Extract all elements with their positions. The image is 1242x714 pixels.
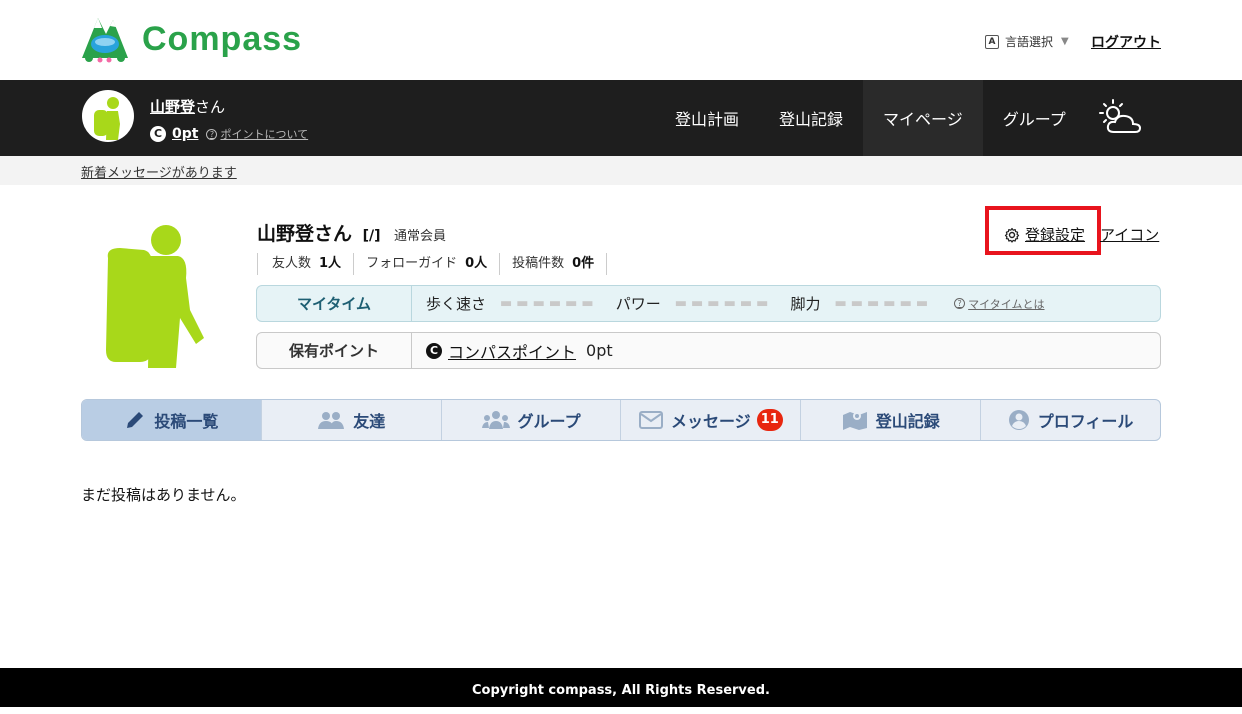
nav-records[interactable]: 登山記録 — [759, 80, 863, 156]
profile-stats: 友人数 1人 フォローガイド 0人 投稿件数 0件 — [257, 253, 608, 275]
coin-icon: C — [426, 342, 442, 359]
points-value: 0pt — [586, 341, 613, 360]
weather-icon[interactable] — [1098, 98, 1144, 138]
tab-friends[interactable]: 友達 — [260, 400, 441, 440]
user-name-link[interactable]: 山野登 — [150, 98, 195, 116]
mytime-help-link[interactable]: ? マイタイムとは — [954, 296, 1045, 312]
mytime-help-text: マイタイムとは — [968, 297, 1045, 311]
copyright-text: Copyright compass, All Rights Reserved. — [472, 683, 770, 698]
logout-link[interactable]: ログアウト — [1091, 32, 1161, 52]
tab-label: 投稿一覧 — [154, 412, 219, 431]
stat-friends: 友人数 1人 — [257, 253, 353, 275]
metric-power: パワー — [615, 295, 661, 313]
stat-follow-guides: フォローガイド 0人 — [353, 253, 499, 275]
profile-name-text: 山野登さん — [257, 223, 353, 245]
points-help-text: ポイントについて — [220, 128, 309, 141]
icon-settings-link[interactable]: アイコン — [1100, 224, 1159, 245]
coin-icon: C — [150, 126, 166, 142]
tab-label: プロフィール — [1037, 412, 1134, 431]
nav-plan[interactable]: 登山計画 — [655, 80, 759, 156]
tab-label: メッセージ — [671, 412, 751, 431]
stat-label: 友人数 — [272, 256, 312, 271]
profile-name: 山野登さん [/] — [257, 219, 381, 246]
tab-messages[interactable]: メッセージ 11 — [620, 400, 800, 440]
language-label: 言語選択 — [1005, 35, 1054, 49]
metric-leg-strength: 脚力 — [790, 295, 821, 313]
main-navbar: 山野登さん C 0pt ? ポイントについて 登山計画 登山記録 マイページ グ… — [0, 80, 1242, 156]
gear-icon — [1004, 227, 1020, 243]
user-circle-icon — [1008, 410, 1029, 430]
compass-points-link[interactable]: コンパスポイント — [448, 339, 576, 363]
language-selector[interactable]: A 言語選択 ▼ — [985, 33, 1069, 50]
unread-count-badge: 11 — [756, 409, 783, 431]
compass-logo[interactable]: Compass — [80, 14, 302, 64]
mytime-metrics: 歩く速さ ▬▬▬▬▬▬ パワー ▬▬▬▬▬▬ 脚力 ▬▬▬▬▬▬ ? マイタイム… — [412, 286, 1045, 321]
tab-posts[interactable]: 投稿一覧 — [82, 400, 261, 440]
registration-settings-link[interactable]: 登録設定 — [1004, 224, 1085, 245]
points-help-link[interactable]: ? ポイントについて — [206, 126, 308, 142]
envelope-icon — [639, 411, 663, 429]
notice-bar: 新着メッセージがあります — [0, 156, 1242, 185]
points-link[interactable]: 0pt — [172, 126, 198, 142]
settings-label: 登録設定 — [1025, 226, 1086, 244]
user-greeting: 山野登さん — [150, 96, 225, 117]
mytime-label: マイタイム — [257, 286, 412, 321]
metric-placeholder: ▬▬▬▬▬▬ — [834, 296, 933, 311]
nav-group[interactable]: グループ — [983, 80, 1086, 156]
metric-placeholder: ▬▬▬▬▬▬ — [674, 296, 773, 311]
user-points: C 0pt ? ポイントについて — [150, 126, 308, 142]
users-icon — [318, 412, 345, 429]
empty-posts-message: まだ投稿はありません。 — [81, 486, 246, 504]
nav-mypage[interactable]: マイページ — [863, 80, 983, 156]
group-icon — [481, 411, 510, 429]
logo-text: Compass — [142, 19, 303, 58]
stat-value: 0人 — [465, 256, 488, 271]
language-icon: A — [985, 34, 999, 49]
tab-label: グループ — [517, 412, 581, 431]
stat-label: 投稿件数 — [512, 256, 565, 271]
mountain-logo-icon — [82, 18, 128, 63]
tab-group[interactable]: グループ — [440, 400, 621, 440]
question-icon: ? — [206, 128, 218, 140]
stat-label: フォローガイド — [366, 256, 458, 271]
map-icon — [842, 412, 867, 430]
hiker-avatar-icon — [94, 97, 120, 140]
tab-label: 友達 — [353, 412, 386, 431]
profile-tabs: 投稿一覧 友達 グループ メッセージ 11 登山記録 プロフィール — [81, 399, 1161, 441]
caret-down-icon: ▼ — [1061, 36, 1069, 47]
member-type: 通常会員 — [394, 229, 447, 244]
pencil-icon — [127, 412, 144, 428]
stat-value: 1人 — [319, 256, 342, 271]
new-message-notice-link[interactable]: 新着メッセージがあります — [81, 162, 237, 181]
points-label: 保有ポイント — [257, 333, 412, 368]
nav-links: 登山計画 登山記録 マイページ グループ — [655, 80, 1086, 156]
points-body: C コンパスポイント 0pt — [412, 333, 613, 368]
tab-label: 登山記録 — [875, 412, 940, 431]
stat-value: 0件 — [572, 256, 595, 271]
profile-avatar[interactable] — [100, 218, 212, 368]
site-header: Compass A 言語選択 ▼ ログアウト — [0, 0, 1242, 80]
stat-posts: 投稿件数 0件 — [499, 253, 608, 275]
avatar[interactable] — [82, 90, 134, 142]
footer: Copyright compass, All Rights Reserved. — [0, 668, 1242, 707]
points-row: 保有ポイント C コンパスポイント 0pt — [256, 332, 1161, 369]
question-icon: ? — [954, 298, 966, 309]
tab-climbing-records[interactable]: 登山記録 — [800, 400, 980, 440]
tab-profile[interactable]: プロフィール — [980, 400, 1160, 440]
mytime-row: マイタイム 歩く速さ ▬▬▬▬▬▬ パワー ▬▬▬▬▬▬ 脚力 ▬▬▬▬▬▬ ?… — [256, 285, 1161, 322]
metric-walk-speed: 歩く速さ — [426, 295, 487, 313]
metric-placeholder: ▬▬▬▬▬▬ — [500, 296, 598, 311]
profile-tag: [/] — [362, 228, 381, 244]
honorific: さん — [195, 98, 226, 116]
